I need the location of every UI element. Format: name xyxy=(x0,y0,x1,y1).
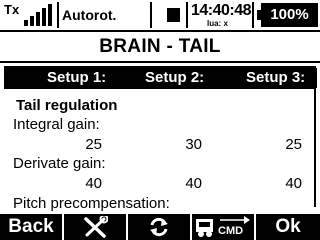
derivate-gain-setup-2[interactable]: 40 xyxy=(162,175,202,192)
derivate-gain-setup-1[interactable]: 40 xyxy=(62,175,102,192)
pitch-precompensation-label: Pitch precompensation: xyxy=(13,195,170,212)
tx-signal: Tx xyxy=(2,0,56,29)
battery-level: 100% xyxy=(261,3,318,27)
tx-label: Tx xyxy=(4,2,20,17)
function-key-bar: Back CMD Ok xyxy=(0,214,320,240)
status-divider xyxy=(252,2,254,28)
status-divider xyxy=(150,2,152,28)
cmd-label: CMD xyxy=(218,224,244,237)
integral-gain-setup-1[interactable]: 25 xyxy=(62,136,102,153)
wrench-screwdriver-icon xyxy=(84,216,108,238)
status-divider xyxy=(57,2,59,28)
setup-column-header: Setup 1: Setup 2: Setup 3: xyxy=(4,66,314,89)
integral-gain-setup-3[interactable]: 25 xyxy=(262,136,302,153)
switch-button[interactable] xyxy=(128,214,190,240)
status-bar-divider xyxy=(0,30,320,32)
scrollbar-thumb[interactable] xyxy=(313,68,317,88)
ok-button[interactable]: Ok xyxy=(256,214,320,240)
integral-gain-label: Integral gain: xyxy=(13,116,100,133)
settings-button[interactable] xyxy=(64,214,126,240)
clock-subtext: lua: x xyxy=(207,19,228,28)
battery-indicator: 100% xyxy=(257,3,318,27)
stop-icon xyxy=(167,8,180,22)
signal-strength-icon xyxy=(24,4,52,26)
column-setup-3: Setup 3: xyxy=(246,69,306,86)
derivate-gain-setup-3[interactable]: 40 xyxy=(262,175,302,192)
cmd-button[interactable]: CMD xyxy=(192,214,254,240)
column-setup-1: Setup 1: xyxy=(47,69,107,86)
title-divider xyxy=(0,61,320,63)
arrow-right-icon xyxy=(220,216,250,224)
status-bar: Tx Autorot. 14:40:48 lua: x 100% xyxy=(0,0,320,32)
swap-arrows-icon xyxy=(150,217,168,237)
integral-gain-setup-2[interactable]: 30 xyxy=(162,136,202,153)
clock: 14:40:48 xyxy=(191,2,252,19)
column-setup-2: Setup 2: xyxy=(145,69,205,86)
transmitter-icon xyxy=(196,219,213,237)
back-button[interactable]: Back xyxy=(0,214,62,240)
section-heading: Tail regulation xyxy=(16,97,118,114)
status-divider xyxy=(186,2,188,28)
derivate-gain-label: Derivate gain: xyxy=(13,155,106,172)
page-title: BRAIN - TAIL xyxy=(99,36,221,57)
